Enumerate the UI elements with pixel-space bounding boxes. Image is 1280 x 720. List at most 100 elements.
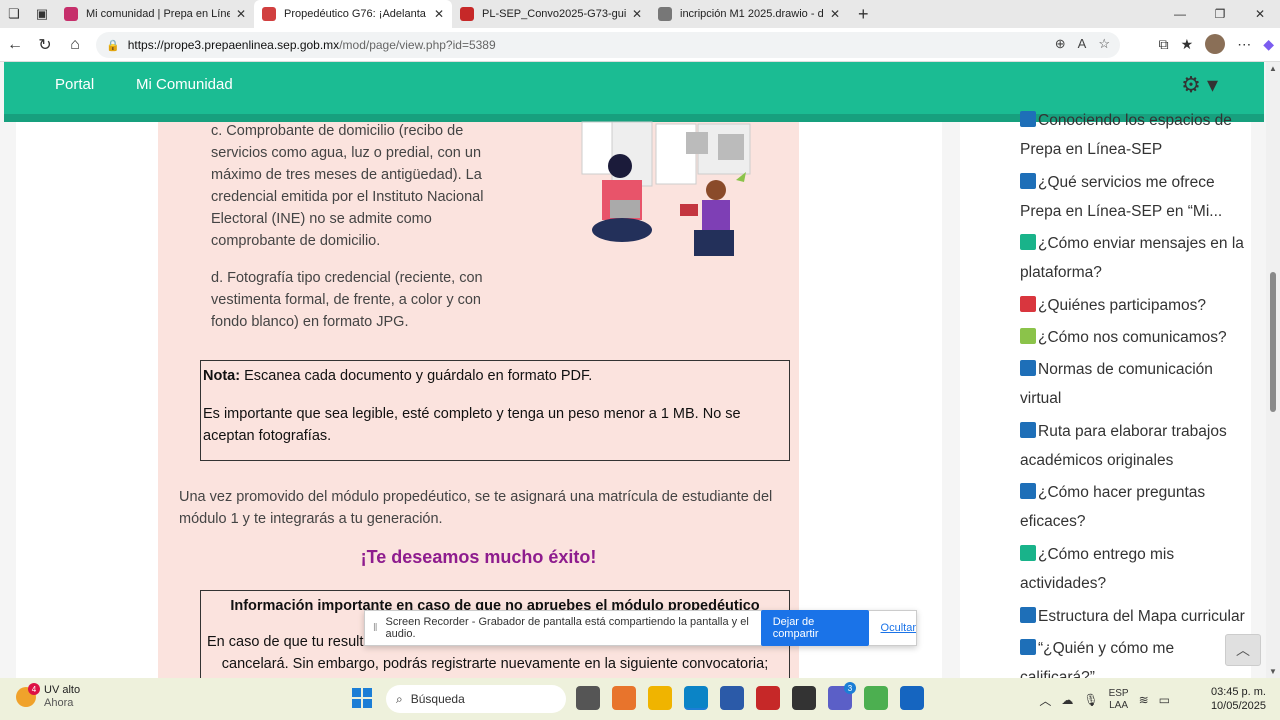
tab-mi-comunidad[interactable]: Mi comunidad | Prepa en Línea - ✕ bbox=[56, 0, 254, 28]
snipping-icon[interactable] bbox=[864, 686, 888, 710]
nav-community-link[interactable]: Mi Comunidad bbox=[136, 76, 233, 93]
copilot-app-icon[interactable] bbox=[612, 686, 636, 710]
teams-icon[interactable]: 3 bbox=[828, 682, 856, 710]
reload-icon[interactable]: ↻ bbox=[30, 30, 60, 60]
sidebar-item-label: ¿Cómo nos comunicamos? bbox=[1038, 329, 1227, 346]
back-to-top-button[interactable]: ︿ bbox=[1225, 634, 1261, 666]
favorite-star-icon[interactable]: ☆ bbox=[1098, 36, 1110, 52]
scrollbar-thumb[interactable] bbox=[1270, 272, 1276, 412]
close-tab-icon[interactable]: ✕ bbox=[236, 7, 246, 21]
home-icon[interactable]: ⌂ bbox=[60, 30, 90, 60]
tab-drawio[interactable]: incripción M1 2025.drawio - draw ✕ bbox=[650, 0, 848, 28]
close-tab-icon[interactable]: ✕ bbox=[830, 7, 840, 21]
file-explorer-icon[interactable] bbox=[648, 686, 672, 710]
clock-date: 10/05/2025 bbox=[1210, 700, 1266, 712]
sidebar-item-label: ¿Cómo hacer preguntas eficaces? bbox=[1020, 484, 1206, 530]
sidebar-item-ruta[interactable]: Ruta para elaborar trabajos académicos o… bbox=[1020, 417, 1250, 475]
more-menu-icon[interactable]: ⋯ bbox=[1237, 36, 1251, 53]
sidebar-item-label: Conociendo los espacios de Prepa en Líne… bbox=[1020, 112, 1232, 158]
page-icon bbox=[1020, 483, 1036, 499]
store-icon[interactable] bbox=[720, 686, 744, 710]
sidebar-item-preguntas[interactable]: ¿Cómo hacer preguntas eficaces? bbox=[1020, 478, 1250, 536]
scroll-up-icon[interactable]: ▲ bbox=[1269, 64, 1277, 73]
weather-title: UV alto bbox=[44, 684, 81, 696]
stop-sharing-button[interactable]: Dejar de compartir bbox=[760, 610, 869, 646]
chevron-up-icon[interactable]: ︿ bbox=[1039, 692, 1051, 709]
minimize-icon[interactable]: — bbox=[1160, 0, 1200, 28]
start-button[interactable] bbox=[352, 688, 372, 708]
share-message: Screen Recorder - Grabador de pantalla e… bbox=[385, 616, 749, 640]
weather-badge: 4 bbox=[28, 683, 40, 695]
tab-pdf-guia[interactable]: PL-SEP_Convo2025-G73-guia_reg ✕ bbox=[452, 0, 650, 28]
task-view-icon[interactable] bbox=[576, 686, 600, 710]
video-icon bbox=[1020, 296, 1036, 312]
sidebar-item-mensajes[interactable]: ¿Cómo enviar mensajes en la plataforma? bbox=[1020, 229, 1250, 287]
sidebar-item-label: Ruta para elaborar trabajos académicos o… bbox=[1020, 423, 1227, 469]
sidebar-item-conociendo[interactable]: Conociendo los espacios de Prepa en Líne… bbox=[1020, 106, 1250, 164]
note-label: Nota: bbox=[203, 368, 241, 384]
clock-time: 03:45 p. m. bbox=[1210, 686, 1266, 698]
sidebar-item-normas[interactable]: Normas de comunicación virtual bbox=[1020, 355, 1250, 413]
maximize-icon[interactable]: ❐ bbox=[1200, 0, 1240, 28]
recorder-app-icon[interactable] bbox=[900, 686, 924, 710]
address-toolbar: ← ↻ ⌂ 🔒 https://prope3.prepaenlinea.sep.… bbox=[0, 28, 1280, 62]
close-tab-icon[interactable]: ✕ bbox=[434, 7, 444, 21]
nav-portal-link[interactable]: Portal bbox=[55, 76, 94, 93]
sidebar-item-label: Normas de comunicación virtual bbox=[1020, 361, 1213, 407]
back-icon[interactable]: ← bbox=[0, 30, 30, 60]
taskbar-clock[interactable]: 03:45 p. m. 10/05/2025 bbox=[1211, 685, 1266, 713]
windows-taskbar: 4 UV alto Ahora ⌕ Búsqueda 3 ︿ ☁ 🎙 ESP LA… bbox=[0, 678, 1280, 720]
drag-handle-icon[interactable]: ‖ bbox=[373, 622, 378, 634]
onedrive-icon[interactable]: ☁ bbox=[1061, 693, 1073, 707]
weather-widget[interactable]: 4 UV alto Ahora bbox=[16, 683, 81, 710]
workspaces-icon[interactable]: ❏ bbox=[0, 0, 28, 28]
close-tab-icon[interactable]: ✕ bbox=[632, 7, 642, 21]
language-indicator[interactable]: ESP LAA bbox=[1109, 688, 1129, 712]
tab-propedeutico[interactable]: Propedéutico G76: ¡Adelanta tu in ✕ bbox=[254, 0, 452, 28]
sidebar-item-calificara[interactable]: “¿Quién y cómo me calificará?” bbox=[1020, 634, 1250, 678]
edge-icon[interactable] bbox=[684, 686, 708, 710]
page-scrollbar[interactable]: ▲ ▼ bbox=[1266, 62, 1280, 678]
page-icon bbox=[1020, 111, 1036, 127]
students-illustration bbox=[581, 121, 751, 256]
url-field[interactable]: 🔒 https://prope3.prepaenlinea.sep.gob.mx… bbox=[96, 32, 1120, 58]
page-icon bbox=[1020, 422, 1036, 438]
scroll-down-icon[interactable]: ▼ bbox=[1269, 667, 1277, 676]
new-tab-button[interactable]: + bbox=[848, 4, 879, 25]
dropbox-icon[interactable] bbox=[792, 686, 816, 710]
requirement-c: c. Comprobante de domicilio (recibo de s… bbox=[211, 123, 484, 249]
search-icon: ⌕ bbox=[396, 691, 403, 706]
taskbar-search[interactable]: ⌕ Búsqueda bbox=[386, 685, 566, 713]
close-window-icon[interactable]: ✕ bbox=[1240, 0, 1280, 28]
tab-title: incripción M1 2025.drawio - draw bbox=[680, 8, 824, 20]
extensions-icon[interactable]: ⧉ bbox=[1159, 36, 1169, 53]
zoom-icon[interactable]: ⊕ bbox=[1055, 36, 1066, 52]
profile-avatar[interactable] bbox=[1205, 34, 1226, 54]
wifi-icon[interactable]: ≋ bbox=[1139, 693, 1149, 707]
sidebar-item-servicios[interactable]: ¿Qué servicios me ofrece Prepa en Línea-… bbox=[1020, 168, 1250, 226]
tab-title: Mi comunidad | Prepa en Línea - bbox=[86, 8, 230, 20]
teams-badge: 3 bbox=[844, 682, 856, 694]
favorites-icon[interactable]: ★ bbox=[1181, 36, 1194, 53]
doc-icon bbox=[1020, 328, 1036, 344]
url-actions: ⊕ A ☆ bbox=[1055, 36, 1110, 52]
window-controls: — ❐ ✕ bbox=[1160, 0, 1280, 28]
hide-link[interactable]: Ocultar bbox=[881, 622, 916, 634]
sidebar-item-entrego[interactable]: ¿Cómo entrego mis actividades? bbox=[1020, 540, 1250, 598]
mcafee-icon[interactable] bbox=[756, 686, 780, 710]
tab-actions-icon[interactable]: ▣ bbox=[28, 0, 56, 28]
microphone-icon[interactable]: 🎙 bbox=[1083, 693, 1098, 707]
browser-tools: ⧉ ★ ⋯ ◆ bbox=[1159, 34, 1274, 54]
gear-icon[interactable]: ⚙ ▾ bbox=[1181, 72, 1218, 98]
sidebar-item-mapa[interactable]: Estructura del Mapa curricular bbox=[1020, 602, 1250, 631]
sidebar-item-label: ¿Qué servicios me ofrece Prepa en Línea-… bbox=[1020, 174, 1223, 220]
sidebar-item-participamos[interactable]: ¿Quiénes participamos? bbox=[1020, 291, 1250, 320]
sidebar-item-comunicamos[interactable]: ¿Cómo nos comunicamos? bbox=[1020, 323, 1250, 352]
info-line-2: cancelará. Sin embargo, podrás registrar… bbox=[221, 656, 769, 672]
sidebar-item-label: ¿Cómo enviar mensajes en la plataforma? bbox=[1020, 235, 1244, 281]
page-icon bbox=[1020, 639, 1036, 655]
battery-icon[interactable]: ▭ bbox=[1159, 693, 1170, 707]
read-aloud-icon[interactable]: A bbox=[1078, 36, 1087, 52]
tab-title: Propedéutico G76: ¡Adelanta tu in bbox=[284, 8, 428, 20]
copilot-icon[interactable]: ◆ bbox=[1263, 36, 1274, 53]
